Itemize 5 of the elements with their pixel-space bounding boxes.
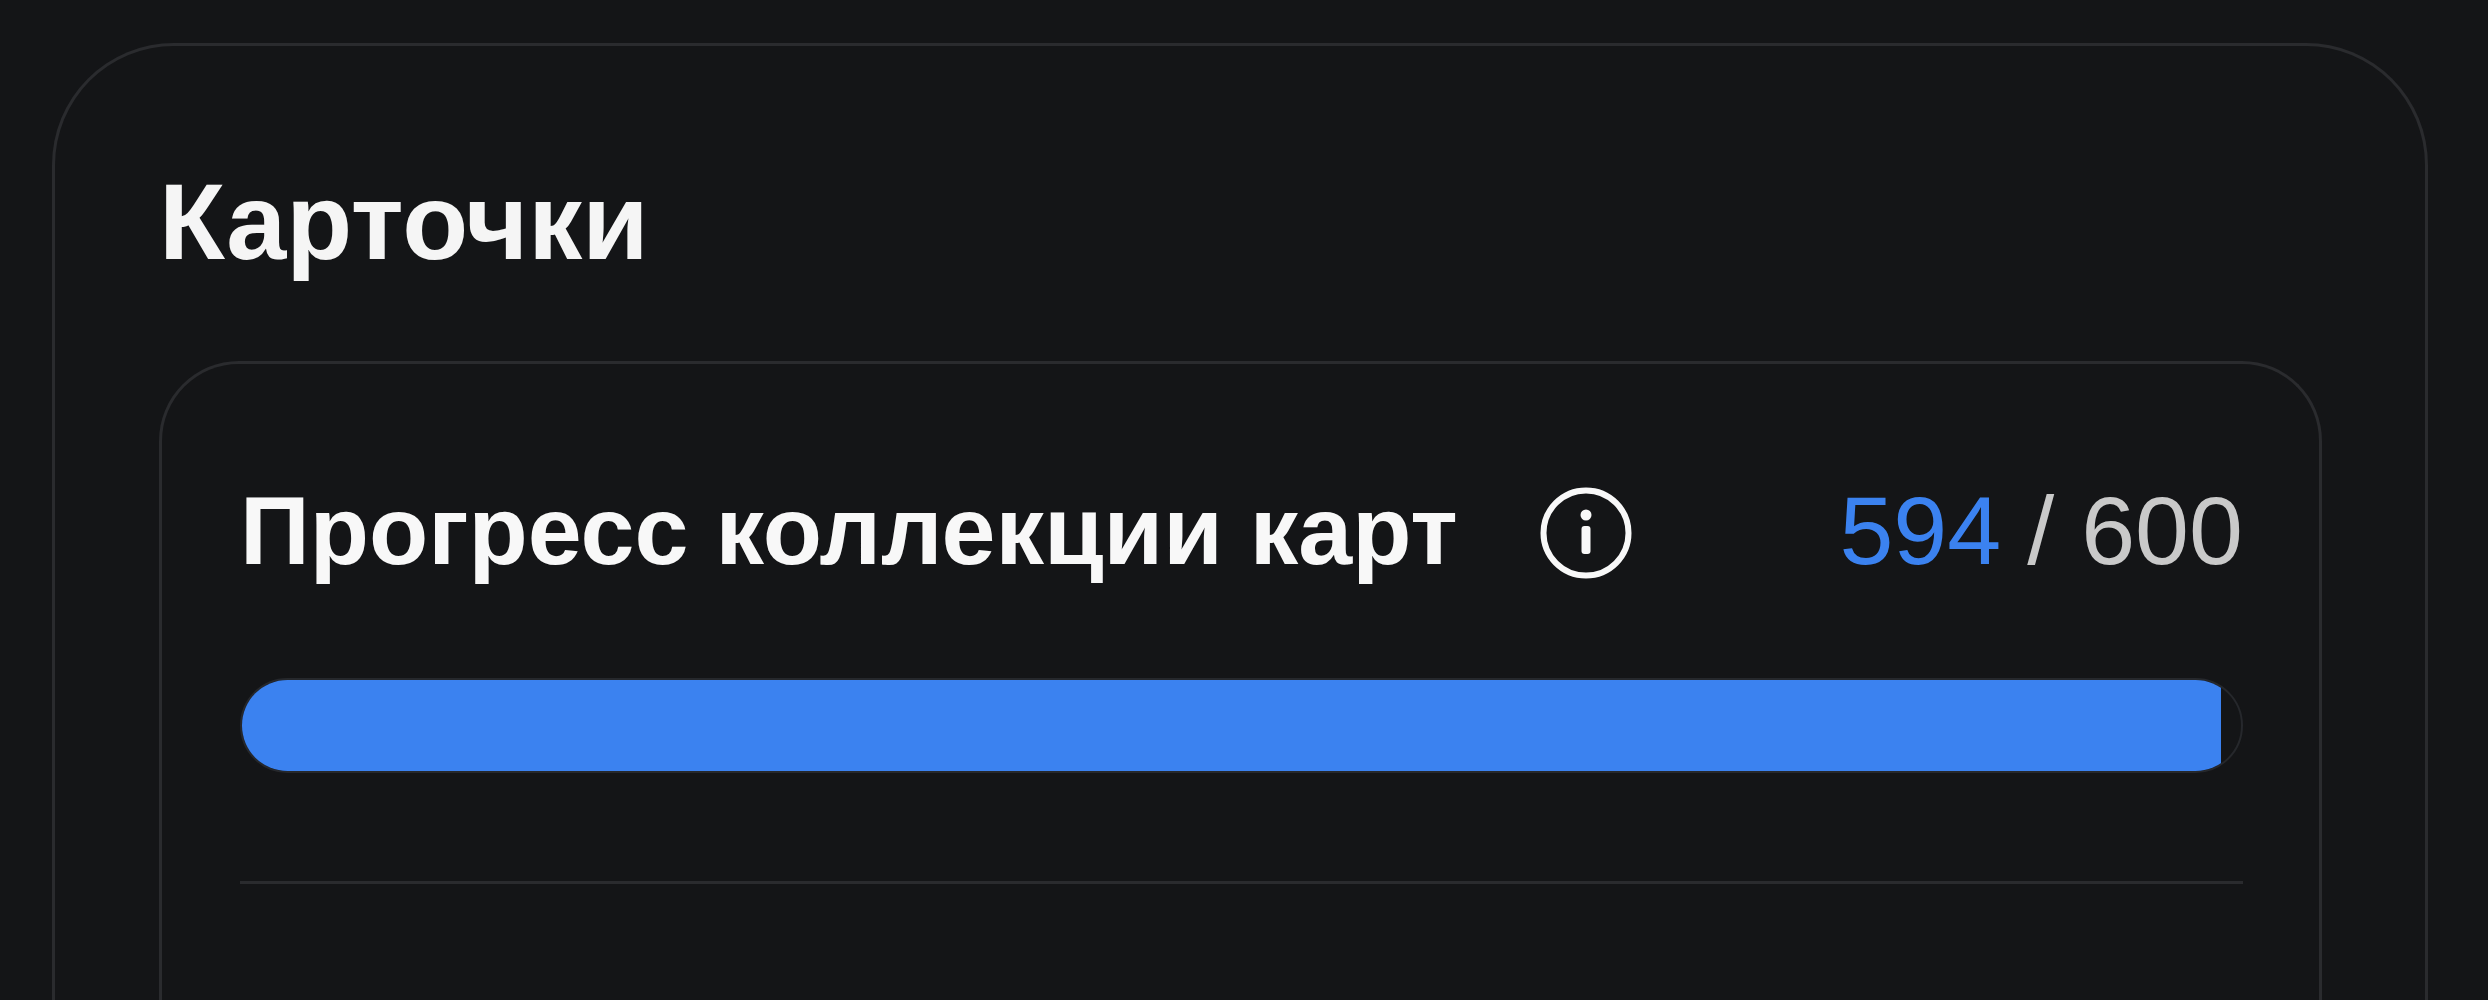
section-title: Карточки xyxy=(159,160,649,284)
total-count: / 600 xyxy=(2027,474,2243,587)
info-icon[interactable] xyxy=(1539,487,1632,580)
collected-count: 594 xyxy=(1839,474,2002,587)
progress-label: Прогресс коллекции карт xyxy=(240,474,1458,587)
